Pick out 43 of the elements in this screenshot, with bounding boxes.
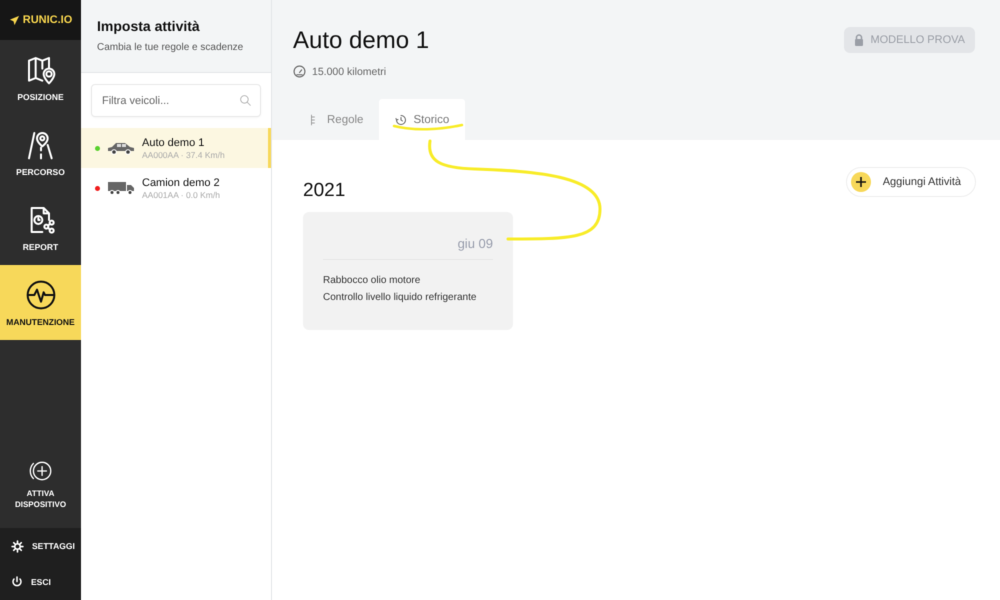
vehicle-detail: AA000AA · 37.4 Km/h: [142, 150, 225, 160]
odometer-text: 15.000 kilometri: [312, 66, 386, 78]
lock-icon: [854, 34, 864, 46]
history-icon: [395, 114, 408, 126]
nav-item[interactable]: MANUTENZIONE: [0, 265, 81, 340]
logo-arrow-icon: [8, 14, 20, 26]
tab-label: Storico: [413, 114, 450, 126]
nav-label: PERCORSO: [16, 166, 65, 176]
activity-date: giu 09: [323, 236, 493, 260]
nav-label: REPORT: [22, 242, 58, 252]
nav-item[interactable]: ESCI: [0, 564, 81, 600]
activity-task: Controllo livello liquido refrigerante: [323, 291, 478, 305]
nav-label: MANUTENZIONE: [6, 316, 75, 326]
vehicle-detail: AA001AA · 0.0 Km/h: [142, 190, 220, 200]
gauge-icon: [293, 65, 306, 78]
panel-subtitle: Cambia le tue regole e scadenze: [97, 42, 244, 53]
search-field[interactable]: Filtra veicoli...: [91, 84, 261, 117]
logo-text: RUNIC.IO: [22, 14, 72, 26]
pulse-icon: [24, 278, 56, 310]
year-heading: 2021: [303, 180, 346, 202]
vehicle-name: Camion demo 2: [142, 176, 220, 188]
activate-device-item[interactable]: ATTIVA DISPOSITIVO: [0, 440, 81, 528]
tab[interactable]: Storico: [379, 99, 466, 140]
add-activity-button[interactable]: Aggiungi Attività: [846, 167, 976, 197]
plus-icon: [850, 172, 871, 192]
tab-label: Regole: [327, 114, 364, 126]
annotation-underline-drawing: [392, 124, 464, 131]
truck-icon: [107, 181, 135, 195]
settings-icon: [11, 540, 24, 552]
nav-item[interactable]: SETTAGGI: [0, 528, 81, 564]
nav-label: ATTIVA DISPOSITIVO: [14, 488, 66, 510]
badge-label: MODELLO PROVA: [870, 34, 965, 46]
nav-label: SETTAGGI: [32, 541, 75, 551]
activity-task: Rabbocco olio motore: [323, 274, 422, 288]
vehicle-title: Auto demo 1: [293, 27, 430, 55]
vehicle-item[interactable]: Auto demo 1 AA000AA · 37.4 Km/h: [81, 128, 271, 168]
search-icon: [239, 94, 252, 107]
nav-label: POSIZIONE: [17, 92, 64, 102]
power-icon: [11, 576, 23, 588]
nav-label: ESCI: [31, 577, 51, 587]
car-icon: [107, 141, 135, 155]
vehicle-name: Auto demo 1: [142, 136, 206, 148]
panel-title: Imposta attività: [97, 18, 201, 34]
